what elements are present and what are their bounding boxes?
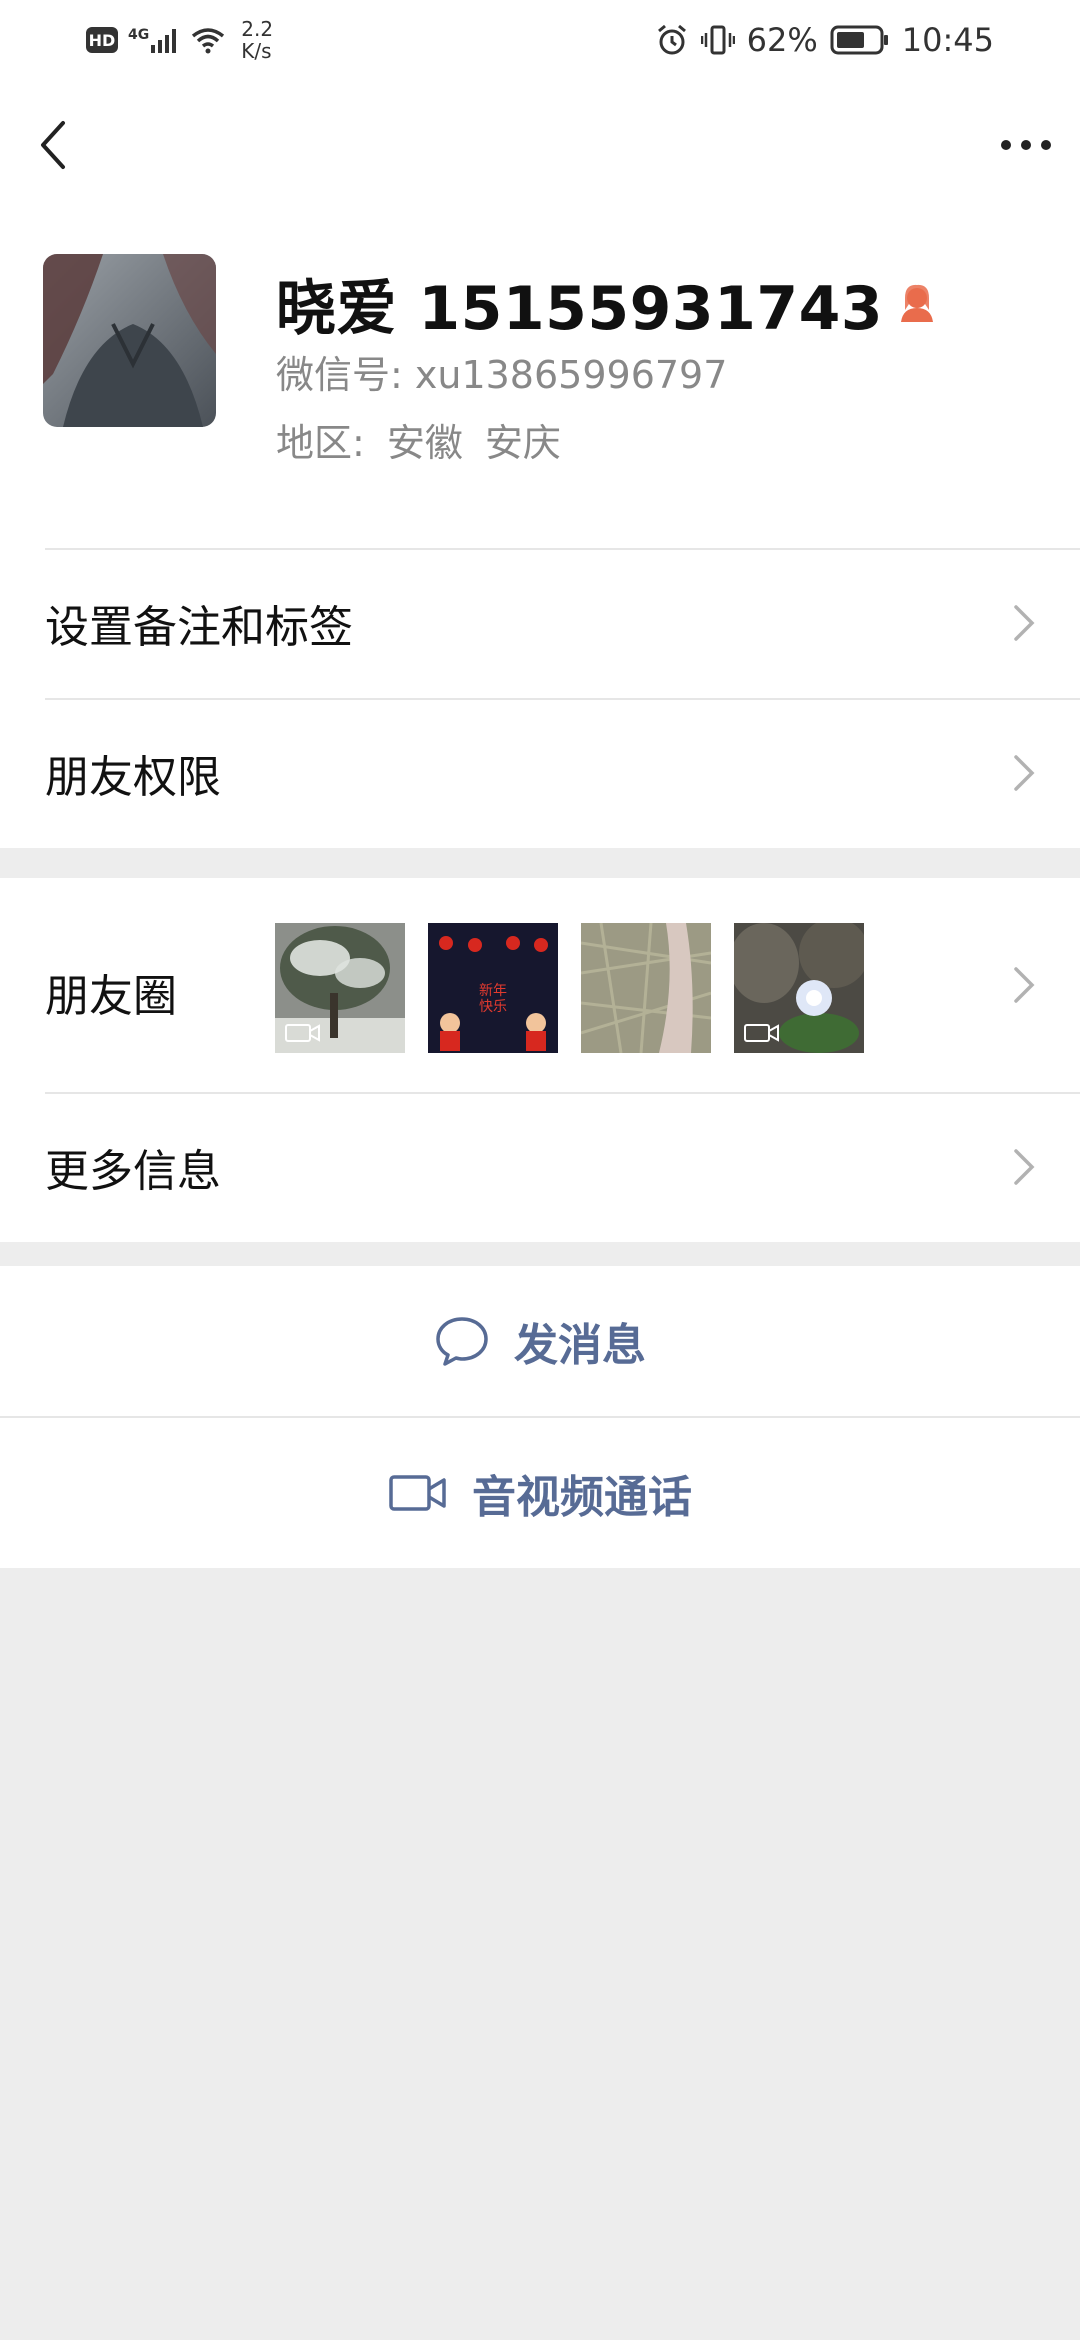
- video-icon: [744, 1024, 779, 1042]
- battery-percent: 62%: [746, 21, 818, 59]
- moment-thumbnail[interactable]: [734, 923, 864, 1053]
- moments-thumbnails: 新年 快乐: [275, 923, 864, 1053]
- svg-text:新年: 新年: [479, 983, 507, 999]
- moments-group: 朋友圈 新年 快乐 更多信息: [0, 878, 1080, 1242]
- network-speed: 2.2 K/s: [241, 17, 274, 63]
- alarm-icon: [657, 24, 686, 55]
- chevron-right-icon: [1014, 605, 1035, 641]
- wifi-icon: [192, 28, 225, 54]
- female-icon: [901, 284, 934, 322]
- moment-thumbnail[interactable]: [581, 923, 711, 1053]
- more-info-row[interactable]: 更多信息: [0, 1092, 1080, 1242]
- video-icon: [285, 1024, 320, 1042]
- friend-permissions-row[interactable]: 朋友权限: [0, 698, 1080, 848]
- nav-bar: [0, 80, 1080, 212]
- settings-group: 设置备注和标签 朋友权限: [0, 548, 1080, 848]
- clock: 10:45: [901, 21, 994, 59]
- hd-icon: HD: [86, 27, 118, 53]
- chevron-right-icon: [1014, 755, 1035, 791]
- send-message-button[interactable]: 发消息: [0, 1266, 1080, 1416]
- moments-row[interactable]: 朋友圈 新年 快乐: [0, 878, 1080, 1092]
- vibrate-icon: [700, 25, 735, 55]
- chevron-right-icon: [1014, 1149, 1035, 1185]
- region: 地区: 安徽 安庆: [276, 421, 561, 465]
- contact-name: 晓爱 15155931743: [276, 274, 884, 344]
- chat-bubble-icon: [436, 1317, 488, 1366]
- remark-tags-row[interactable]: 设置备注和标签: [0, 548, 1080, 698]
- moment-thumbnail[interactable]: 新年 快乐: [428, 923, 558, 1053]
- svg-text:快乐: 快乐: [479, 999, 507, 1015]
- wechat-id: 微信号: xu13865996797: [276, 353, 728, 397]
- video-call-button[interactable]: 音视频通话: [0, 1418, 1080, 1568]
- chevron-left-icon: [41, 121, 65, 169]
- battery-icon: [830, 25, 888, 55]
- moment-thumbnail[interactable]: [275, 923, 405, 1053]
- back-button[interactable]: [28, 110, 78, 180]
- more-options-button[interactable]: [994, 120, 1058, 170]
- profile-header: 晓爱 15155931743 微信号: xu13865996797 地区: 安徽安…: [0, 212, 1080, 548]
- avatar[interactable]: [43, 254, 216, 427]
- cellular-signal-icon: 4G: [128, 27, 181, 53]
- chevron-right-icon: [1014, 967, 1035, 1003]
- video-camera-icon: [389, 1475, 446, 1511]
- status-bar: HD 4G 2.2 K/s 62% 10:45: [0, 0, 1080, 80]
- ellipsis-icon: [1001, 140, 1051, 150]
